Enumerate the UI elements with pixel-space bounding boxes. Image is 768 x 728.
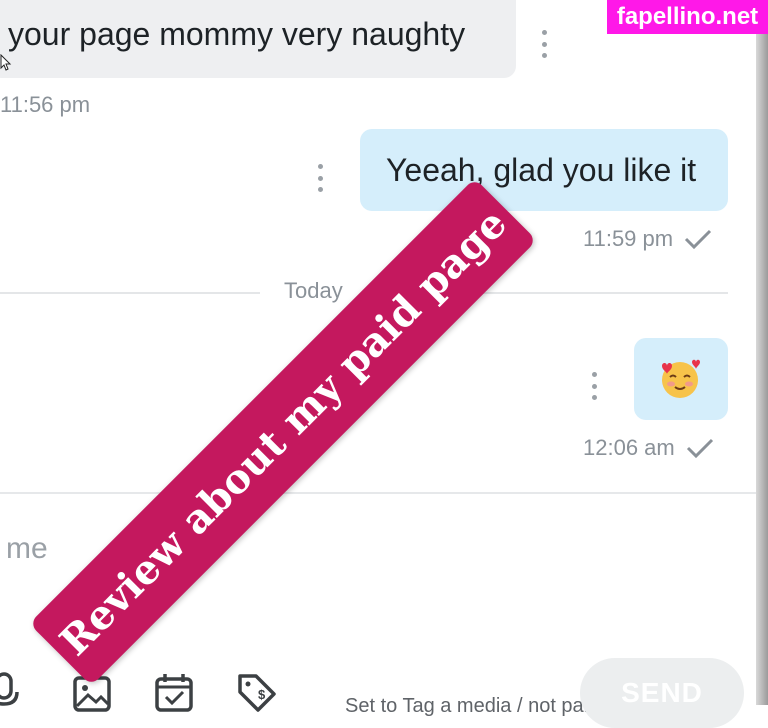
date-divider-line (0, 292, 260, 294)
svg-text:$: $ (258, 687, 266, 702)
review-banner-text: Review about my paid page (50, 199, 516, 665)
screen-edge-shadow (756, 0, 768, 705)
price-tag-icon[interactable]: $ (236, 672, 276, 712)
check-icon (685, 229, 712, 250)
calendar-icon[interactable] (154, 672, 194, 712)
microphone-icon[interactable] (0, 672, 24, 712)
message-timestamp: 11:56 pm (0, 92, 90, 118)
mouse-cursor-icon (0, 54, 12, 71)
outgoing-message-text: Yeeah, glad you like it (386, 152, 697, 188)
watermark-text: fapellino.net (616, 3, 759, 30)
outgoing-message-bubble[interactable]: Yeeah, glad you like it (360, 129, 728, 211)
composer-status-text: Set to Tag a media / not paid (345, 695, 600, 717)
incoming-message-text: your page mommy very naughty (8, 16, 466, 52)
timestamp-text: 12:06 am (583, 435, 675, 460)
timestamp-text: 11:56 pm (0, 92, 91, 117)
message-options-icon[interactable] (316, 164, 324, 192)
message-timestamp: 12:06 am (583, 435, 715, 461)
date-divider-label: Today (284, 278, 343, 303)
review-banner: Review about my paid page (29, 178, 537, 686)
message-options-icon[interactable] (540, 30, 548, 58)
send-button[interactable]: SEND (580, 658, 744, 728)
message-input[interactable]: me (6, 532, 48, 566)
check-icon (686, 438, 713, 459)
timestamp-text: 11:59 pm (583, 226, 674, 251)
incoming-message-bubble[interactable]: your page mommy very naughty (0, 0, 516, 78)
message-timestamp: 11:59 pm (583, 226, 713, 252)
watermark-badge: fapellino.net (607, 0, 768, 34)
message-options-icon[interactable] (590, 372, 598, 400)
smiling-face-with-hearts-icon (662, 359, 700, 398)
composer-divider (0, 492, 756, 494)
